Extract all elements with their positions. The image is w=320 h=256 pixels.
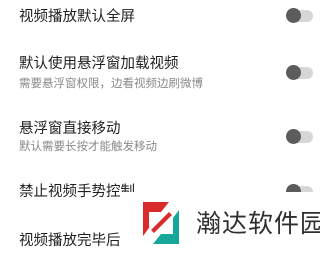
setting-subtitle: 默认需要长按才能触发移动 bbox=[19, 139, 157, 153]
setting-title: 悬浮窗直接移动 bbox=[19, 121, 121, 137]
setting-subtitle: 需要悬浮窗权限，边看视频边刷微博 bbox=[19, 76, 203, 90]
setting-floating-window-direct-move[interactable]: 悬浮窗直接移动 默认需要长按才能触发移动 bbox=[0, 108, 320, 170]
floating-window-default-toggle[interactable] bbox=[286, 65, 313, 80]
setting-floating-window-default[interactable]: 默认使用悬浮窗加载视频 需要悬浮窗权限，边看视频边刷微博 bbox=[0, 42, 320, 108]
toggle-knob bbox=[286, 65, 301, 80]
toggle-knob bbox=[286, 8, 301, 23]
watermark: 瀚达软件园 bbox=[120, 192, 320, 256]
watermark-text: 瀚达软件园 bbox=[196, 209, 320, 238]
floating-window-direct-move-toggle[interactable] bbox=[286, 129, 313, 144]
setting-fullscreen-default[interactable]: 视频播放默认全屏 bbox=[0, 0, 320, 42]
setting-title: 禁止视频手势控制 bbox=[19, 184, 135, 200]
fullscreen-default-toggle[interactable] bbox=[286, 8, 313, 23]
setting-title: 视频播放完毕后 bbox=[19, 233, 121, 249]
setting-title: 视频播放默认全屏 bbox=[19, 9, 135, 25]
toggle-knob bbox=[286, 129, 301, 144]
handa-logo-icon bbox=[143, 202, 179, 244]
setting-title: 默认使用悬浮窗加载视频 bbox=[19, 56, 179, 72]
